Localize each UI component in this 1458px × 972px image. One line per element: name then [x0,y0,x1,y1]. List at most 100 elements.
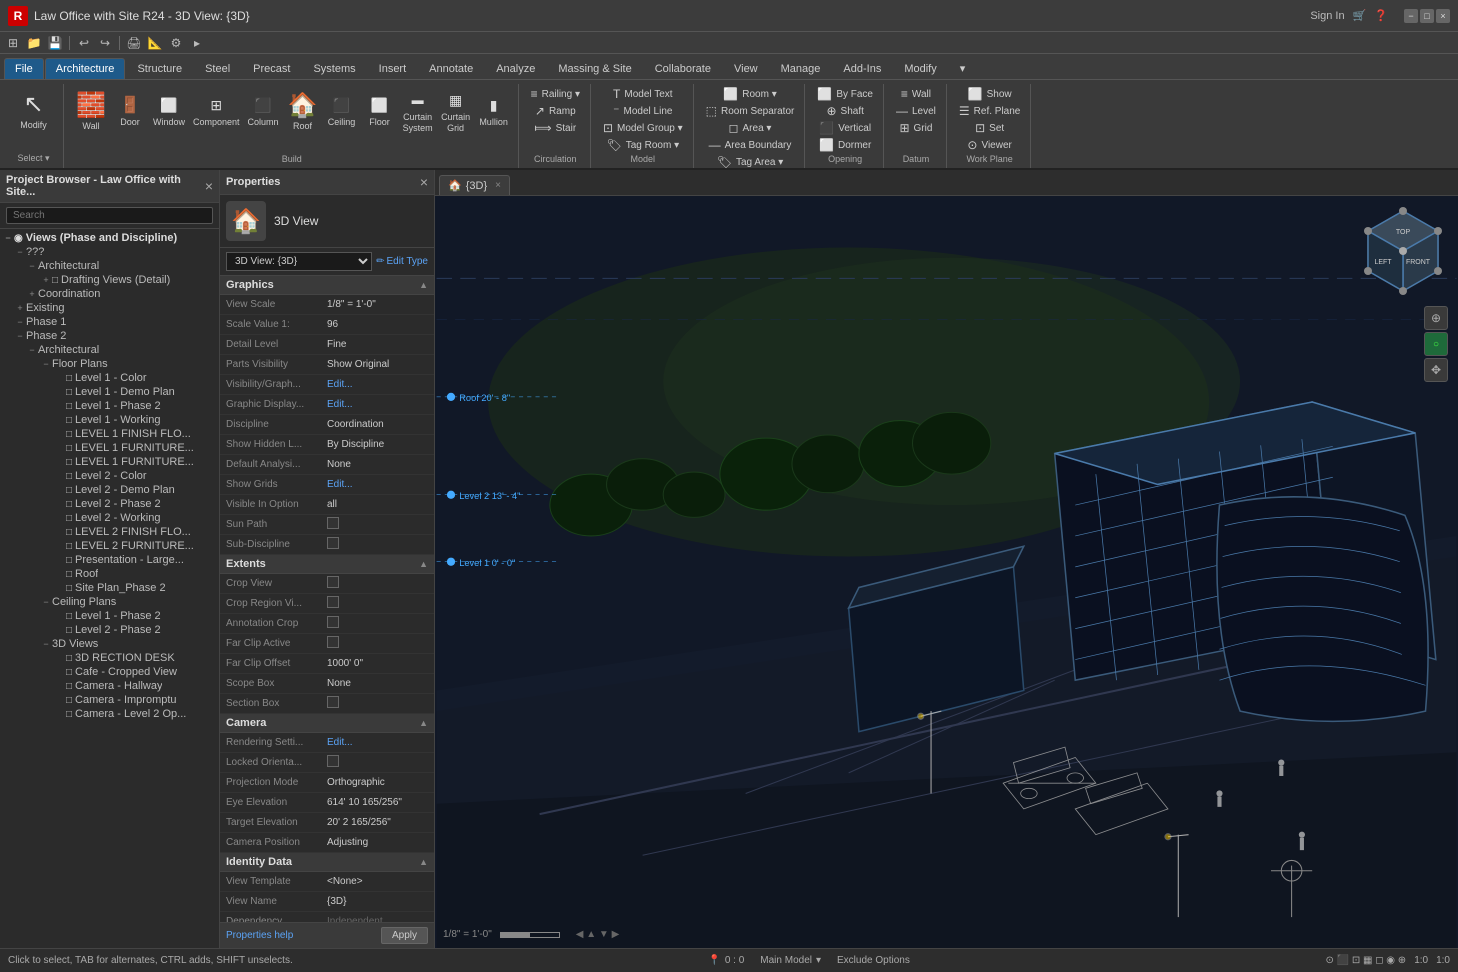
zoom-in-button[interactable]: ⊕ [1424,306,1448,330]
tab-architecture[interactable]: Architecture [45,58,126,79]
toggle-arch-1[interactable]: − [26,261,38,271]
tree-l1-furn2[interactable]: + □ LEVEL 1 FURNITURE... [0,455,219,469]
tree-roof[interactable]: + □ Roof [0,567,219,581]
tree-l1-furn1[interactable]: + □ LEVEL 1 FURNITURE... [0,441,219,455]
qa-measure-button[interactable]: 📐 [146,34,164,52]
component-button[interactable]: ⊞ Component [190,91,243,130]
model-line-button[interactable]: ⁻ Model Line [609,103,676,119]
pan-button[interactable]: ✥ [1424,358,1448,382]
graphic-display-value[interactable]: Edit... [327,399,428,410]
qa-play-button[interactable]: ▸ [188,34,206,52]
tag-room-button[interactable]: 🏷 Tag Room ▾ [603,137,684,153]
qa-redo-button[interactable]: ↪ [96,34,114,52]
tree-camera-hallway[interactable]: + □ Camera - Hallway [0,679,219,693]
show-grids-value[interactable]: Edit... [327,479,428,490]
tab-manage[interactable]: Manage [770,58,832,79]
tree-phase2[interactable]: − Phase 2 [0,329,219,343]
tree-camera-impromptu[interactable]: + □ Camera - Impromptu [0,693,219,707]
tab-steel[interactable]: Steel [194,58,241,79]
tree-3d-reception[interactable]: + □ 3D REСTION DESK [0,651,219,665]
qa-print-button[interactable]: 🖨 [125,34,143,52]
extents-section-header[interactable]: Extents ▲ [220,555,434,574]
tree-unknown[interactable]: − ??? [0,245,219,259]
tree-ceiling-plans[interactable]: − Ceiling Plans [0,595,219,609]
area-boundary-button[interactable]: — Area Boundary [705,137,796,153]
tab-file[interactable]: File [4,58,44,79]
tab-systems[interactable]: Systems [302,58,366,79]
project-browser-close-button[interactable]: × [205,178,213,194]
vertical-button[interactable]: ⬛ Vertical [815,120,875,136]
tree-phase1[interactable]: − Phase 1 [0,315,219,329]
model-group-button[interactable]: ⊡ Model Group ▾ [599,120,687,136]
tree-camera-l2[interactable]: + □ Camera - Level 2 Op... [0,707,219,721]
area-button[interactable]: ◻ Area ▾ [725,120,776,136]
toggle-phase2[interactable]: − [14,331,26,341]
crop-region-checkbox[interactable] [327,596,339,608]
modify-button[interactable]: ↖ Modify [15,86,53,133]
apply-button[interactable]: Apply [381,927,428,944]
tab-dropdown[interactable]: ▾ [949,57,977,79]
qa-save-button[interactable]: 💾 [46,34,64,52]
tree-arch-1[interactable]: − Architectural [0,259,219,273]
vis-graphics-value[interactable]: Edit... [327,379,428,390]
tab-view[interactable]: View [723,58,769,79]
close-button[interactable]: × [1436,9,1450,23]
tree-l1-color[interactable]: + □ Level 1 - Color [0,371,219,385]
tab-analyze[interactable]: Analyze [485,58,546,79]
toggle-existing[interactable]: + [14,303,26,313]
tree-l2-furn[interactable]: + □ LEVEL 2 FURNITURE... [0,539,219,553]
annotation-crop-checkbox[interactable] [327,616,339,628]
tab-massing[interactable]: Massing & Site [547,58,642,79]
tree-views-root[interactable]: − ◉ Views (Phase and Discipline) [0,231,219,245]
viewer-button[interactable]: ⊙ Viewer [963,137,1015,153]
wall-button[interactable]: 🧱 Wall [72,87,110,134]
tree-l1-demo[interactable]: + □ Level 1 - Demo Plan [0,385,219,399]
tree-ceil-l2[interactable]: + □ Level 2 - Phase 2 [0,623,219,637]
toggle-ceiling[interactable]: − [40,597,52,607]
dormer-button[interactable]: ⬜ Dormer [815,137,875,153]
tree-ceil-l1[interactable]: + □ Level 1 - Phase 2 [0,609,219,623]
help-icon[interactable]: ❓ [1374,9,1388,22]
level-button[interactable]: — Level [892,103,940,119]
camera-section-header[interactable]: Camera ▲ [220,714,434,733]
toggle-arch-phase2[interactable]: − [26,345,38,355]
view-tab-3d[interactable]: 🏠 {3D} × [439,175,510,195]
toggle-3d-views[interactable]: − [40,639,52,649]
door-button[interactable]: 🚪 Door [112,91,148,130]
tree-floor-plans[interactable]: − Floor Plans [0,357,219,371]
locked-orient-checkbox[interactable] [327,755,339,767]
tree-arch-phase2[interactable]: − Architectural [0,343,219,357]
ceiling-button[interactable]: ⬛ Ceiling [324,91,360,130]
mullion-button[interactable]: ▮ Mullion [476,91,512,130]
set-button[interactable]: ⊡ Set [971,120,1008,136]
ramp-button[interactable]: ↗ Ramp [531,103,580,119]
by-face-button[interactable]: ⬜ By Face [813,86,877,102]
qa-settings-button[interactable]: ⚙ [167,34,185,52]
curtain-grid-button[interactable]: ▦ CurtainGrid [438,86,474,136]
tree-l2-phase2[interactable]: + □ Level 2 - Phase 2 [0,497,219,511]
tree-coordination[interactable]: + Coordination [0,287,219,301]
model-text-button[interactable]: T Model Text [609,86,677,102]
tab-precast[interactable]: Precast [242,58,301,79]
tree-drafting-views[interactable]: + □ Drafting Views (Detail) [0,273,219,287]
window-button[interactable]: ⬜ Window [150,91,188,130]
tree-3d-views[interactable]: − 3D Views [0,637,219,651]
qa-new-button[interactable]: ⊞ [4,34,22,52]
properties-close-button[interactable]: × [420,174,428,190]
crop-view-checkbox[interactable] [327,576,339,588]
identity-data-section-header[interactable]: Identity Data ▲ [220,853,434,872]
datum-wall-button[interactable]: ≡ Wall [897,86,935,102]
tree-site-plan[interactable]: + □ Site Plan_Phase 2 [0,581,219,595]
minimize-button[interactable]: − [1404,9,1418,23]
toggle-views-root[interactable]: − [2,233,14,243]
view-selector-dropdown[interactable]: 3D View: {3D} [226,252,372,271]
qa-open-button[interactable]: 📁 [25,34,43,52]
tab-modify[interactable]: Modify [893,58,947,79]
edit-type-button[interactable]: ✏ Edit Type [376,256,428,267]
roof-button[interactable]: 🏠 Roof [284,87,322,134]
graphics-section-header[interactable]: Graphics ▲ [220,276,434,295]
tree-l2-demo[interactable]: + □ Level 2 - Demo Plan [0,483,219,497]
tree-cafe[interactable]: + □ Cafe - Cropped View [0,665,219,679]
view-canvas[interactable]: Roof 20' - 8" Level 2 13' - 4" Level 1 0… [435,196,1458,948]
maximize-button[interactable]: □ [1420,9,1434,23]
